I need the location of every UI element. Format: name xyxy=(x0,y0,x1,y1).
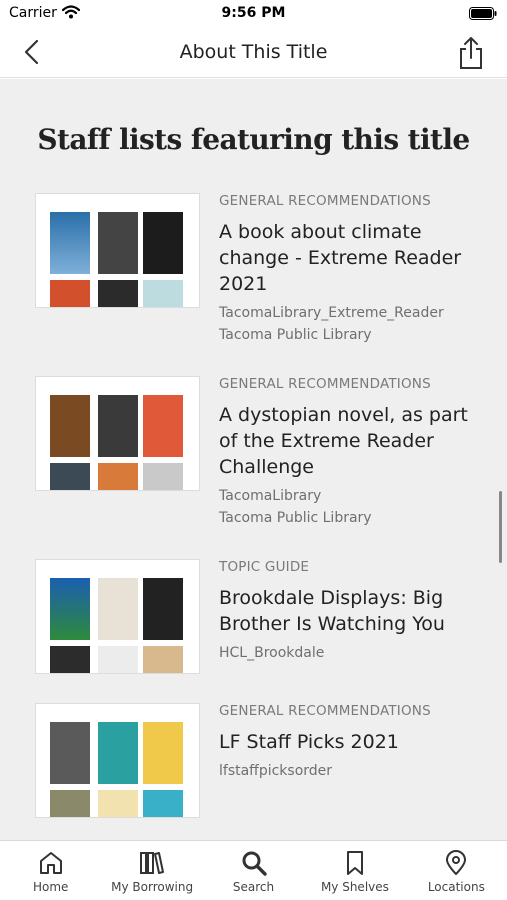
tab-label: Search xyxy=(232,880,275,894)
list-cover-collage xyxy=(35,376,200,491)
list-title[interactable]: LF Staff Picks 2021 xyxy=(219,729,479,755)
home-icon xyxy=(39,852,62,874)
list-owner: TacomaLibrary_Extreme_Reader xyxy=(219,305,444,321)
staff-list-item[interactable]: GENERAL RECOMMENDATIONS A book about cli… xyxy=(0,193,507,363)
tab-locations[interactable]: Locations xyxy=(406,841,507,900)
tab-home[interactable]: Home xyxy=(0,841,101,900)
list-type: GENERAL RECOMMENDATIONS xyxy=(219,193,431,209)
list-cover-collage xyxy=(35,193,200,308)
content-area[interactable]: Staff lists featuring this title GENERAL… xyxy=(0,79,507,840)
location-pin-icon xyxy=(446,850,467,875)
list-title[interactable]: A dystopian novel, as part of the Extrem… xyxy=(219,402,479,480)
list-type: GENERAL RECOMMENDATIONS xyxy=(219,376,431,392)
list-owner: lfstaffpicksorder xyxy=(219,763,333,779)
list-cover-collage xyxy=(35,559,200,674)
list-owner: HCL_Brookdale xyxy=(219,645,325,661)
tab-bar: Home My Borrowing Search My Shelves Loca… xyxy=(0,840,507,900)
list-title[interactable]: A book about climate change - Extreme Re… xyxy=(219,219,479,297)
books-icon xyxy=(140,852,165,874)
list-type: TOPIC GUIDE xyxy=(219,559,310,575)
bookmark-icon xyxy=(346,851,363,875)
staff-list-item[interactable]: TOPIC GUIDE Brookdale Displays: Big Brot… xyxy=(0,559,507,689)
list-owner: TacomaLibrary xyxy=(219,488,322,504)
share-icon xyxy=(460,37,482,69)
battery-icon xyxy=(469,7,497,20)
tab-label: My Shelves xyxy=(320,880,389,894)
list-library: Tacoma Public Library xyxy=(219,510,372,526)
share-button[interactable] xyxy=(457,36,485,70)
list-title[interactable]: Brookdale Displays: Big Brother Is Watch… xyxy=(219,585,479,637)
navigation-bar: About This Title xyxy=(0,28,507,78)
tab-label: My Borrowing xyxy=(111,880,194,894)
tab-my-shelves[interactable]: My Shelves xyxy=(304,841,405,900)
tab-label: Home xyxy=(32,880,69,894)
tab-my-borrowing[interactable]: My Borrowing xyxy=(101,841,202,900)
scrollbar[interactable] xyxy=(499,491,502,563)
staff-list-item[interactable]: GENERAL RECOMMENDATIONS LF Staff Picks 2… xyxy=(0,703,507,840)
page-title: About This Title xyxy=(179,41,328,63)
staff-list-item[interactable]: GENERAL RECOMMENDATIONS A dystopian nove… xyxy=(0,376,507,546)
tab-search[interactable]: Search xyxy=(203,841,304,900)
search-icon xyxy=(242,851,267,876)
clock: 9:56 PM xyxy=(221,5,286,21)
list-library: Tacoma Public Library xyxy=(219,327,372,343)
status-bar: Carrier 9:56 PM xyxy=(0,0,507,28)
tab-label: Locations xyxy=(427,880,485,894)
section-title: Staff lists featuring this title xyxy=(37,123,470,156)
list-cover-collage xyxy=(35,703,200,818)
list-type: GENERAL RECOMMENDATIONS xyxy=(219,703,431,719)
